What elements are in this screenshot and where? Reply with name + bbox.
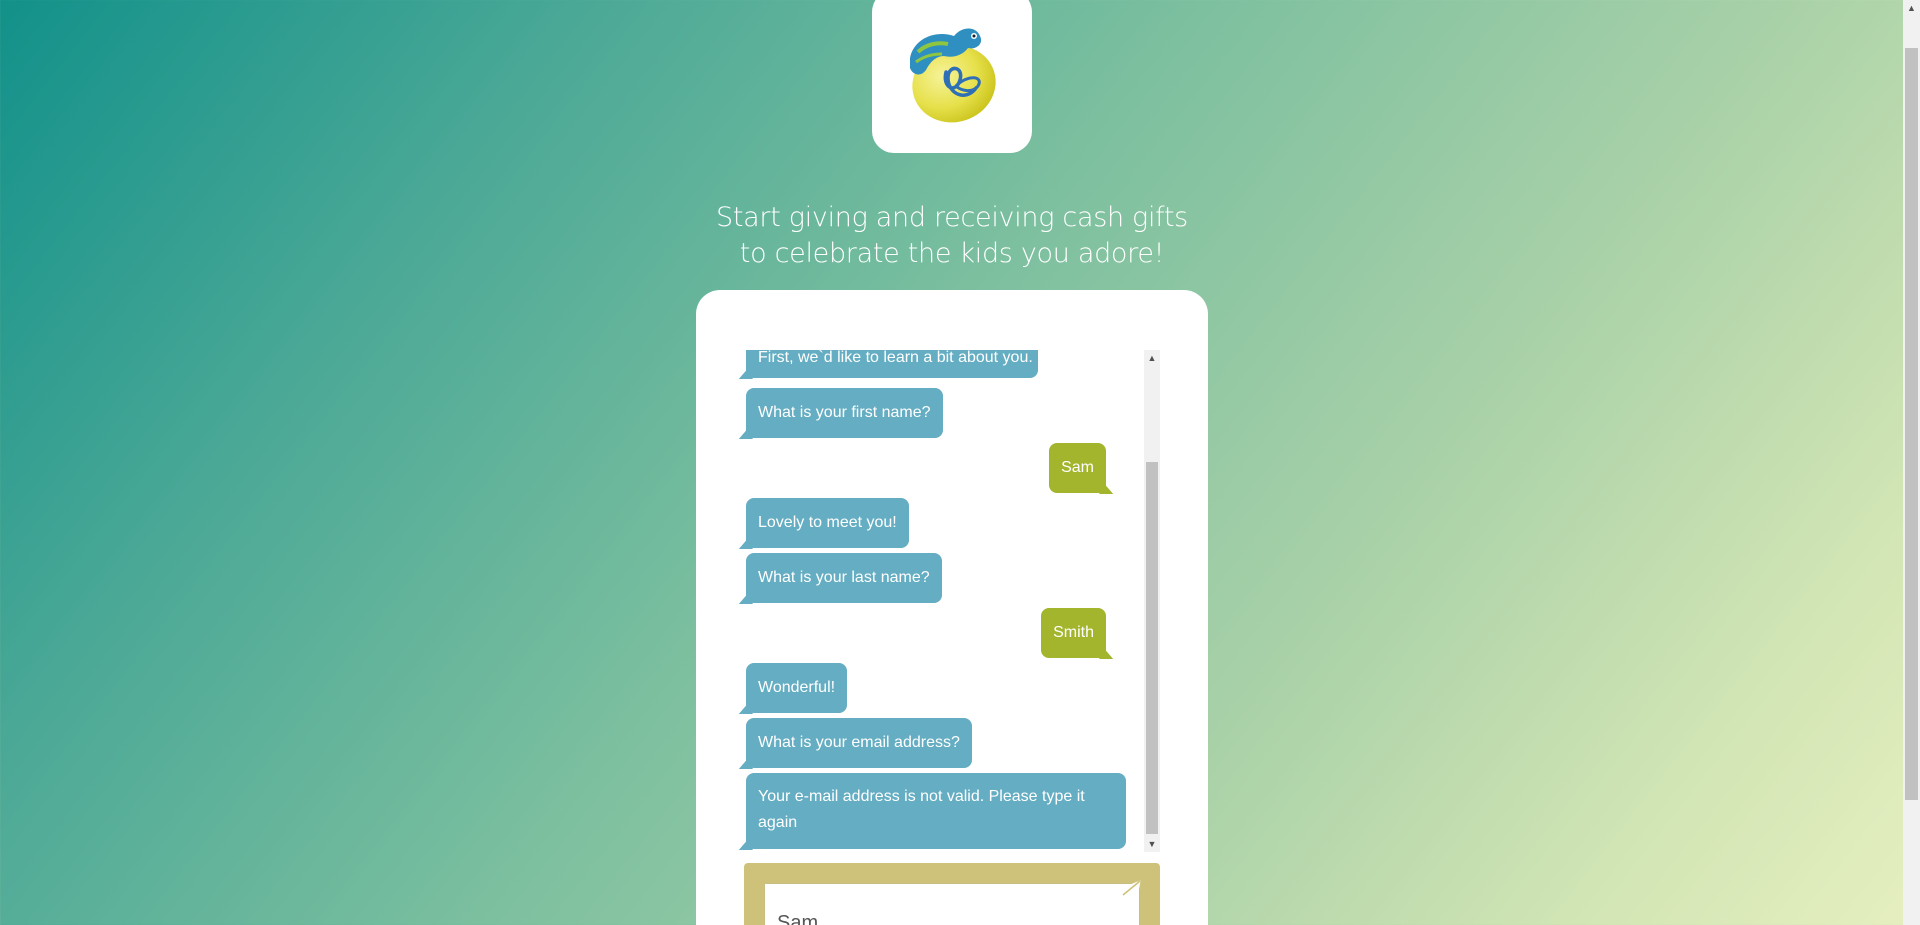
logo-card [872, 0, 1032, 153]
chat-message-bot: Wonderful! [746, 663, 848, 713]
paper-plane-icon [1113, 880, 1141, 906]
chat-message-bot: What is your email address? [746, 718, 972, 768]
page-scroll-up-arrow-icon[interactable]: ▲ [1903, 0, 1920, 17]
tagline-line-1: Start giving and receiving cash gifts [716, 202, 1188, 233]
chat-card: First, we`d like to learn a bit about yo… [696, 290, 1208, 925]
chat-message-user: Sam [1049, 443, 1106, 493]
scroll-up-arrow-icon[interactable]: ▲ [1144, 350, 1160, 366]
chat-log[interactable]: First, we`d like to learn a bit about yo… [736, 350, 1136, 852]
scroll-down-arrow-icon[interactable]: ▼ [1144, 836, 1160, 852]
page-scrollbar-thumb[interactable] [1905, 48, 1918, 800]
chat-scrollbar[interactable]: ▲ ▼ [1144, 350, 1160, 852]
chat-message-bot: Lovely to meet you! [746, 498, 909, 548]
page: { "logo": { "icon": "chameleon-on-egg-lo… [0, 0, 1920, 925]
chat-input[interactable] [764, 883, 1140, 925]
page-scrollbar[interactable]: ▲ [1903, 0, 1920, 925]
chat-message-bot: What is your first name? [746, 388, 943, 438]
chat-message-bot: What is your last name? [746, 553, 942, 603]
tagline: Start giving and receiving cash gifts to… [660, 200, 1244, 272]
tagline-line-2: to celebrate the kids you adore! [739, 238, 1165, 269]
chat-input-bar [744, 863, 1160, 925]
chat-scrollbar-thumb[interactable] [1146, 462, 1158, 834]
chat-message-user: Smith [1041, 608, 1106, 658]
chat-message-bot: Your e-mail address is not valid. Please… [746, 773, 1126, 849]
send-button[interactable] [1110, 877, 1144, 911]
chameleon-logo-icon [910, 28, 996, 122]
chat-message-bot: First, we`d like to learn a bit about yo… [746, 350, 1038, 378]
